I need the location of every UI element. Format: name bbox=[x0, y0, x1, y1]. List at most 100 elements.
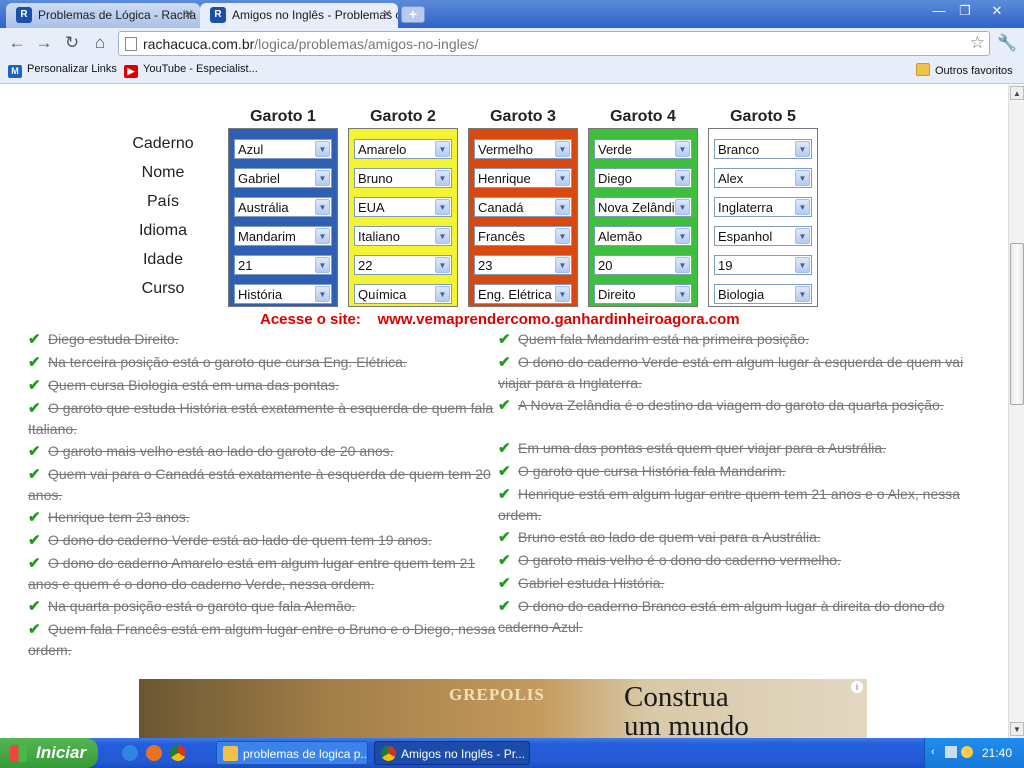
forward-icon[interactable]: → bbox=[33, 33, 55, 53]
chevron-down-icon[interactable]: ▼ bbox=[435, 199, 450, 215]
answer-select[interactable]: História ▼ bbox=[234, 284, 332, 304]
network-icon[interactable] bbox=[945, 746, 957, 758]
answer-select[interactable]: 19 ▼ bbox=[714, 255, 812, 275]
scroll-up-icon[interactable]: ▲ bbox=[1010, 86, 1024, 100]
select-value: Alex bbox=[718, 171, 744, 186]
start-button[interactable]: Iniciar bbox=[0, 738, 98, 768]
ad-banner[interactable]: GREPOLIS Construa um mundo i bbox=[139, 679, 867, 738]
answer-select[interactable]: Bruno ▼ bbox=[354, 168, 452, 188]
chevron-down-icon[interactable]: ▼ bbox=[675, 141, 690, 157]
answer-select[interactable]: Verde ▼ bbox=[594, 139, 692, 159]
new-tab-button[interactable]: + bbox=[401, 6, 425, 23]
answer-select[interactable]: Amarelo ▼ bbox=[354, 139, 452, 159]
chevron-down-icon[interactable]: ▼ bbox=[555, 228, 570, 244]
answer-select[interactable]: Azul ▼ bbox=[234, 139, 332, 159]
answer-select[interactable]: Química ▼ bbox=[354, 284, 452, 304]
clue-item: Henrique está em algum lugar entre quem … bbox=[498, 486, 961, 523]
chevron-down-icon[interactable]: ▼ bbox=[555, 286, 570, 302]
answer-select[interactable]: Inglaterra ▼ bbox=[714, 197, 812, 217]
answer-select[interactable]: Espanhol ▼ bbox=[714, 226, 812, 246]
bookmark-personalizar-links[interactable]: M Personalizar Links bbox=[8, 63, 117, 78]
column-header: Garoto 3 bbox=[490, 108, 556, 125]
chevron-down-icon[interactable]: ▼ bbox=[555, 170, 570, 186]
chevron-down-icon[interactable]: ▼ bbox=[795, 286, 810, 302]
home-icon[interactable]: ⌂ bbox=[89, 33, 111, 53]
chevron-down-icon[interactable]: ▼ bbox=[795, 141, 810, 157]
chevron-down-icon[interactable]: ▼ bbox=[555, 141, 570, 157]
answer-select[interactable]: Nova Zelândi ▼ bbox=[594, 197, 692, 217]
minimize-button[interactable]: — bbox=[928, 2, 950, 20]
answer-select[interactable]: Austrália ▼ bbox=[234, 197, 332, 217]
answer-select[interactable]: Alex ▼ bbox=[714, 168, 812, 188]
task-explorer-folder[interactable]: problemas de logica p... bbox=[216, 741, 368, 765]
chevron-down-icon[interactable]: ▼ bbox=[435, 286, 450, 302]
scroll-thumb[interactable] bbox=[1010, 243, 1024, 405]
answer-select[interactable]: Alemão ▼ bbox=[594, 226, 692, 246]
chevron-down-icon[interactable]: ▼ bbox=[675, 199, 690, 215]
url-text[interactable]: rachacuca.com.br/logica/problemas/amigos… bbox=[143, 36, 478, 52]
chevron-down-icon[interactable]: ▼ bbox=[675, 257, 690, 273]
answer-select[interactable]: Direito ▼ bbox=[594, 284, 692, 304]
ad-info-icon[interactable]: i bbox=[851, 681, 863, 693]
task-chrome-window[interactable]: Amigos no Inglês - Pr... bbox=[374, 741, 530, 765]
answer-select[interactable]: Canadá ▼ bbox=[474, 197, 572, 217]
answer-select[interactable]: Henrique ▼ bbox=[474, 168, 572, 188]
tray-expand-icon[interactable]: ‹ bbox=[931, 746, 935, 758]
chevron-down-icon[interactable]: ▼ bbox=[675, 286, 690, 302]
bookmark-youtube[interactable]: ▶ YouTube - Especialist... bbox=[124, 63, 258, 78]
chrome-icon[interactable] bbox=[170, 745, 186, 761]
answer-select[interactable]: Vermelho ▼ bbox=[474, 139, 572, 159]
tab-problemas-logica[interactable]: R Problemas de Lógica - Racha C ✕ bbox=[6, 3, 200, 28]
bookmark-star-icon[interactable]: ☆ bbox=[970, 33, 985, 53]
tab-title: Amigos no Inglês - Problemas c bbox=[232, 8, 398, 22]
wrench-menu-icon[interactable]: 🔧 bbox=[997, 33, 1017, 53]
chevron-down-icon[interactable]: ▼ bbox=[555, 257, 570, 273]
maximize-button[interactable]: ❐ bbox=[954, 2, 976, 20]
chevron-down-icon[interactable]: ▼ bbox=[435, 170, 450, 186]
chevron-down-icon[interactable]: ▼ bbox=[555, 199, 570, 215]
chevron-down-icon[interactable]: ▼ bbox=[795, 257, 810, 273]
answer-select[interactable]: 21 ▼ bbox=[234, 255, 332, 275]
chevron-down-icon[interactable]: ▼ bbox=[315, 228, 330, 244]
answer-select[interactable]: 23 ▼ bbox=[474, 255, 572, 275]
chevron-down-icon[interactable]: ▼ bbox=[315, 141, 330, 157]
clue-item: O dono do caderno Verde está ao lado de … bbox=[48, 532, 432, 548]
tray-app-icon[interactable] bbox=[961, 746, 973, 758]
answer-select[interactable]: Mandarim ▼ bbox=[234, 226, 332, 246]
answer-select[interactable]: EUA ▼ bbox=[354, 197, 452, 217]
answer-select[interactable]: Francês ▼ bbox=[474, 226, 572, 246]
answer-select[interactable]: Italiano ▼ bbox=[354, 226, 452, 246]
address-bar[interactable]: rachacuca.com.br/logica/problemas/amigos… bbox=[118, 31, 990, 56]
chevron-down-icon[interactable]: ▼ bbox=[795, 199, 810, 215]
chevron-down-icon[interactable]: ▼ bbox=[315, 286, 330, 302]
answer-select[interactable]: Branco ▼ bbox=[714, 139, 812, 159]
answer-select[interactable]: Biologia ▼ bbox=[714, 284, 812, 304]
chevron-down-icon[interactable]: ▼ bbox=[315, 170, 330, 186]
page-scrollbar[interactable]: ▲ ▼ bbox=[1008, 85, 1024, 738]
chevron-down-icon[interactable]: ▼ bbox=[435, 228, 450, 244]
answer-select[interactable]: Gabriel ▼ bbox=[234, 168, 332, 188]
close-window-button[interactable]: ✕ bbox=[986, 2, 1008, 20]
close-icon[interactable]: ✕ bbox=[184, 7, 194, 21]
ie-icon[interactable] bbox=[122, 745, 138, 761]
chevron-down-icon[interactable]: ▼ bbox=[315, 199, 330, 215]
firefox-icon[interactable] bbox=[146, 745, 162, 761]
chevron-down-icon[interactable]: ▼ bbox=[435, 257, 450, 273]
answer-select[interactable]: 22 ▼ bbox=[354, 255, 452, 275]
chevron-down-icon[interactable]: ▼ bbox=[675, 170, 690, 186]
back-icon[interactable]: ← bbox=[6, 33, 28, 53]
tab-amigos-no-ingles[interactable]: R Amigos no Inglês - Problemas c ✕ bbox=[200, 3, 398, 28]
bookmark-other-folder[interactable]: Outros favoritos bbox=[916, 63, 1013, 77]
chevron-down-icon[interactable]: ▼ bbox=[795, 228, 810, 244]
clock[interactable]: 21:40 bbox=[982, 746, 1012, 760]
answer-select[interactable]: 20 ▼ bbox=[594, 255, 692, 275]
chevron-down-icon[interactable]: ▼ bbox=[675, 228, 690, 244]
reload-icon[interactable]: ↻ bbox=[61, 33, 83, 53]
answer-select[interactable]: Diego ▼ bbox=[594, 168, 692, 188]
chevron-down-icon[interactable]: ▼ bbox=[315, 257, 330, 273]
chevron-down-icon[interactable]: ▼ bbox=[435, 141, 450, 157]
scroll-down-icon[interactable]: ▼ bbox=[1010, 722, 1024, 736]
answer-select[interactable]: Eng. Elétrica ▼ bbox=[474, 284, 572, 304]
close-icon[interactable]: ✕ bbox=[382, 7, 392, 21]
chevron-down-icon[interactable]: ▼ bbox=[795, 170, 810, 186]
